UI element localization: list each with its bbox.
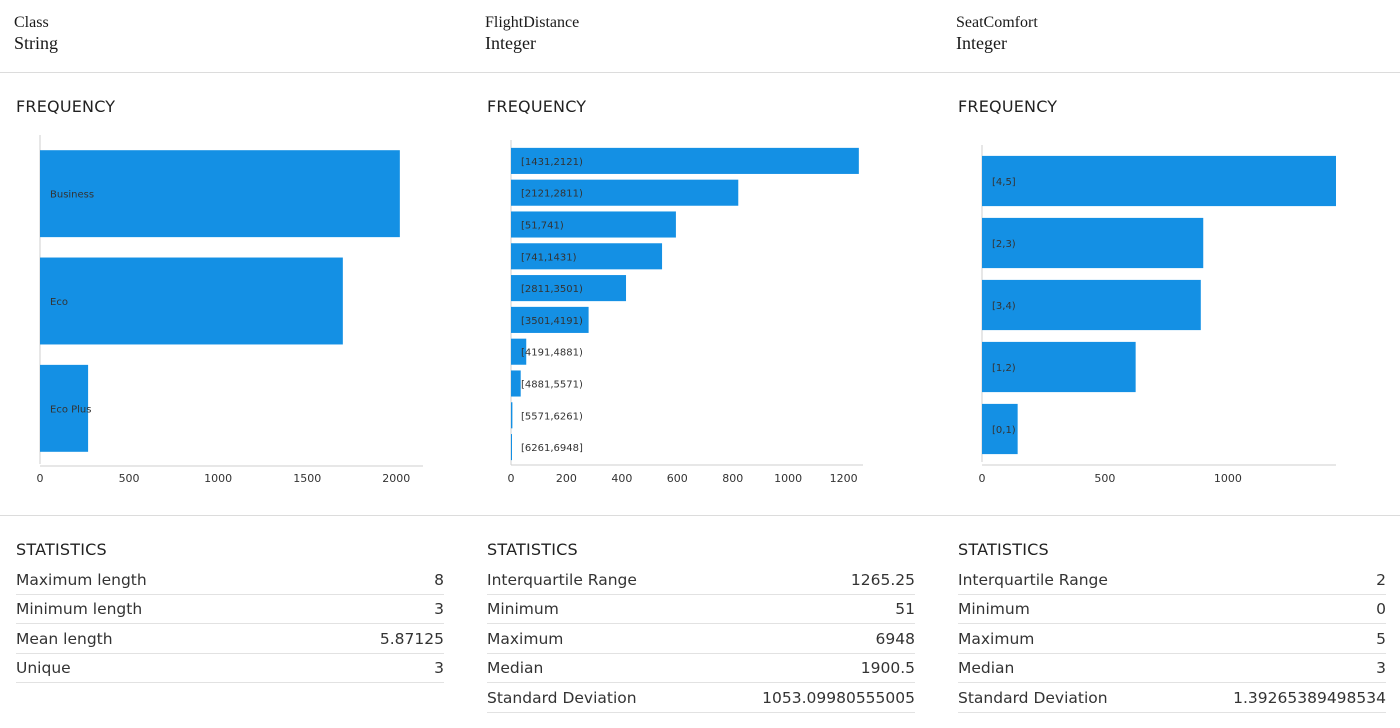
stat-row: Standard Deviation 1.39265389498534	[958, 683, 1386, 713]
stat-value: 3	[434, 659, 444, 678]
stat-row: Interquartile Range 1265.25	[487, 565, 915, 595]
flightdistance-frequency-chart: [1431,2121) [2121,2811) [51,741) [741,1431)…	[508, 140, 863, 485]
stat-value: 3	[434, 600, 444, 619]
bar-label: [3501,4191)	[521, 316, 583, 327]
stat-label: Interquartile Range	[958, 570, 1108, 589]
section-divider	[0, 515, 1400, 516]
bar-label: [1,2)	[992, 363, 1016, 374]
bar-label: [2,3)	[992, 239, 1016, 250]
bar-label: [51,741)	[521, 221, 564, 232]
bar-label: Eco	[50, 297, 68, 308]
x-tick-label: 500	[119, 472, 140, 485]
x-tick-label: 800	[722, 472, 743, 485]
bar-label: Eco Plus	[50, 404, 91, 415]
flightdistance-statistics: Interquartile Range 1265.25 Minimum 51 Max…	[487, 565, 915, 713]
stat-label: Unique	[16, 659, 71, 678]
stat-value: 1.39265389498534	[1233, 688, 1386, 707]
stat-value: 5	[1376, 629, 1386, 648]
statistics-title: STATISTICS	[487, 540, 578, 559]
stat-value: 2	[1376, 570, 1386, 589]
bar[interactable]	[511, 434, 512, 461]
bar-label: [4,5]	[992, 177, 1016, 188]
x-tick-label: 200	[556, 472, 577, 485]
stat-label: Standard Deviation	[958, 688, 1108, 707]
stat-value: 3	[1376, 659, 1386, 678]
stat-row: Minimum 0	[958, 595, 1386, 624]
stat-row: Minimum 51	[487, 595, 915, 624]
stat-value: 5.87125	[379, 629, 444, 648]
stat-label: Mean length	[16, 629, 113, 648]
stat-label: Interquartile Range	[487, 570, 637, 589]
stat-value: 1053.09980555005	[762, 688, 915, 707]
stat-label: Median	[487, 659, 544, 678]
stat-value: 1265.25	[850, 570, 915, 589]
bar[interactable]	[511, 402, 513, 429]
bar-label: [4191,4881)	[521, 348, 583, 359]
bar-label: [1431,2121)	[521, 157, 583, 168]
bar-label: [6261,6948]	[521, 443, 583, 454]
stat-label: Minimum length	[16, 600, 143, 619]
statistics-title: STATISTICS	[16, 540, 107, 559]
bar-label: [741,1431)	[521, 252, 577, 263]
stat-label: Standard Deviation	[487, 688, 637, 707]
x-tick-label: 1500	[293, 472, 321, 485]
stat-value: 6948	[875, 629, 915, 648]
x-tick-label: 0	[979, 472, 986, 485]
bar[interactable]	[40, 257, 343, 345]
bar-label: [2811,3501)	[521, 284, 583, 295]
stat-value: 8	[434, 570, 444, 589]
seatcomfort-statistics: Interquartile Range 2 Minimum 0 Maximum 5 M…	[958, 565, 1386, 713]
statistics-title: STATISTICS	[958, 540, 1049, 559]
x-tick-label: 1000	[204, 472, 232, 485]
stat-row: Maximum 6948	[487, 624, 915, 654]
stat-row: Standard Deviation 1053.09980555005	[487, 683, 915, 713]
bar-label: [3,4)	[992, 301, 1016, 312]
stat-row: Minimum length 3	[16, 595, 444, 624]
bar-label: [2121,2811)	[521, 189, 583, 200]
x-tick-label: 0	[37, 472, 44, 485]
bar-label: [5571,6261)	[521, 411, 583, 422]
stat-value: 0	[1376, 600, 1386, 619]
x-tick-label: 2000	[382, 472, 410, 485]
bar-label: [0,1)	[992, 425, 1016, 436]
x-tick-label: 400	[611, 472, 632, 485]
stat-value: 1900.5	[860, 659, 915, 678]
stat-row: Median 1900.5	[487, 654, 915, 683]
x-tick-label: 0	[508, 472, 515, 485]
stat-row: Interquartile Range 2	[958, 565, 1386, 595]
bar-label: Business	[50, 190, 94, 201]
class-frequency-chart: Business Eco Eco Plus 0 500 1000 1500 2000	[37, 135, 423, 485]
stat-label: Median	[958, 659, 1015, 678]
x-tick-label: 1200	[830, 472, 858, 485]
x-tick-label: 1000	[774, 472, 802, 485]
x-tick-label: 500	[1094, 472, 1115, 485]
stat-label: Minimum	[487, 600, 559, 619]
bar[interactable]	[511, 370, 521, 397]
x-tick-label: 1000	[1214, 472, 1242, 485]
stat-label: Maximum	[958, 629, 1035, 648]
bar[interactable]	[982, 155, 1336, 207]
x-tick-label: 600	[667, 472, 688, 485]
class-statistics: Maximum length 8 Minimum length 3 Mean len…	[16, 565, 444, 683]
stat-row: Maximum length 8	[16, 565, 444, 595]
stat-row: Median 3	[958, 654, 1386, 683]
stat-row: Unique 3	[16, 654, 444, 683]
stat-row: Maximum 5	[958, 624, 1386, 654]
stat-row: Mean length 5.87125	[16, 624, 444, 654]
stat-value: 51	[895, 600, 915, 619]
bar-label: [4881,5571)	[521, 380, 583, 391]
stat-label: Minimum	[958, 600, 1030, 619]
stat-label: Maximum	[487, 629, 564, 648]
seatcomfort-frequency-chart: [4,5] [2,3) [3,4) [1,2) [0,1) 0 500 1000	[979, 145, 1336, 485]
stat-label: Maximum length	[16, 570, 147, 589]
